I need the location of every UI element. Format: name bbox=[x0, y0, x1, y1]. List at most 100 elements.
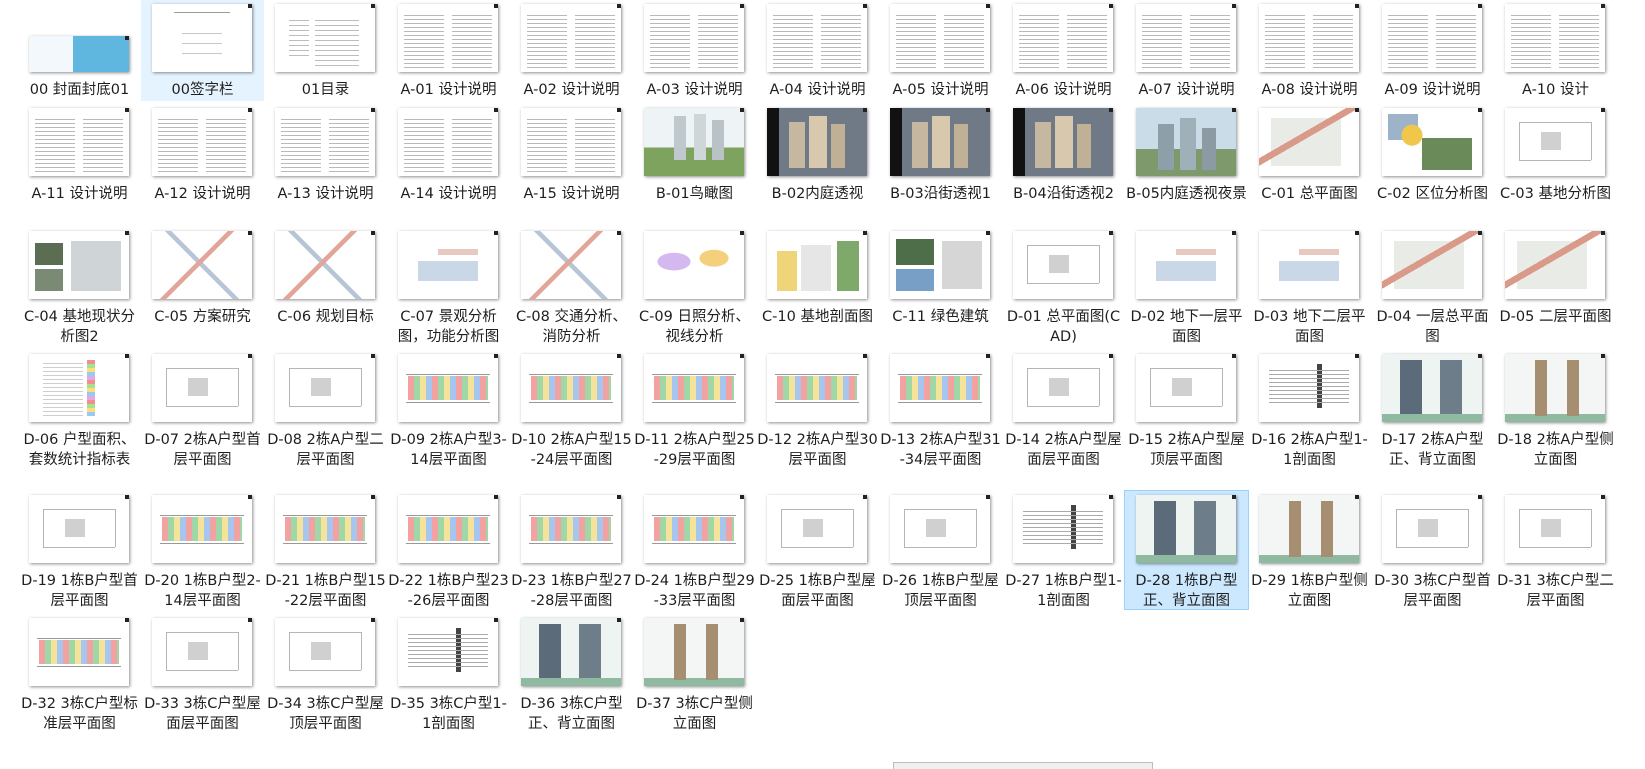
file-item[interactable]: D-24 1栋B户型29-33层平面图 bbox=[633, 491, 756, 609]
file-name: D-26 1栋B户型屋顶层平面图 bbox=[882, 573, 999, 609]
file-item[interactable]: D-36 3栋C户型正、背立面图 bbox=[510, 614, 633, 732]
file-item[interactable]: B-03沿街透视1 bbox=[879, 104, 1002, 222]
file-item[interactable]: D-35 3栋C户型1-1剖面图 bbox=[387, 614, 510, 732]
file-item[interactable]: D-26 1栋B户型屋顶层平面图 bbox=[879, 491, 1002, 609]
file-item[interactable]: D-31 3栋C户型二层平面图 bbox=[1494, 491, 1617, 609]
file-item[interactable]: D-06 户型面积、套数统计指标表 bbox=[18, 350, 141, 486]
file-name: D-24 1栋B户型29-33层平面图 bbox=[634, 573, 755, 609]
file-item[interactable]: D-05 二层平面图 bbox=[1494, 227, 1617, 345]
file-item[interactable]: A-14 设计说明 bbox=[387, 104, 510, 222]
file-item[interactable]: A-08 设计说明 bbox=[1248, 0, 1371, 101]
file-item[interactable]: A-02 设计说明 bbox=[510, 0, 633, 101]
file-item[interactable]: A-11 设计说明 bbox=[18, 104, 141, 222]
file-thumbnail bbox=[1136, 4, 1236, 72]
file-item[interactable]: D-25 1栋B户型屋面层平面图 bbox=[756, 491, 879, 609]
file-item[interactable]: D-07 2栋A户型首层平面图 bbox=[141, 350, 264, 486]
file-item[interactable]: D-29 1栋B户型侧立面图 bbox=[1248, 491, 1371, 609]
file-thumbnail bbox=[1505, 354, 1605, 422]
file-item[interactable]: 00签字栏 bbox=[141, 0, 264, 101]
file-item[interactable]: D-37 3栋C户型侧立面图 bbox=[633, 614, 756, 732]
file-thumbnail bbox=[275, 4, 375, 72]
file-item[interactable]: A-04 设计说明 bbox=[756, 0, 879, 101]
file-name: C-06 规划目标 bbox=[277, 309, 374, 325]
file-item[interactable]: C-11 绿色建筑 bbox=[879, 227, 1002, 345]
file-item[interactable]: D-18 2栋A户型侧立面图 bbox=[1494, 350, 1617, 486]
file-item[interactable]: D-22 1栋B户型23-26层平面图 bbox=[387, 491, 510, 609]
file-item[interactable]: D-13 2栋A户型31-34层平面图 bbox=[879, 350, 1002, 486]
file-thumbnail bbox=[1505, 4, 1605, 72]
file-name: A-11 设计说明 bbox=[31, 186, 128, 202]
file-name: B-05内庭透视夜景 bbox=[1126, 186, 1247, 202]
file-item[interactable]: A-09 设计说明 bbox=[1371, 0, 1494, 101]
file-item[interactable]: D-34 3栋C户型屋顶层平面图 bbox=[264, 614, 387, 732]
file-item[interactable]: D-14 2栋A户型屋面层平面图 bbox=[1002, 350, 1125, 486]
file-item[interactable]: D-20 1栋B户型2-14层平面图 bbox=[141, 491, 264, 609]
file-item[interactable]: C-07 景观分析图，功能分析图 bbox=[387, 227, 510, 345]
file-item[interactable]: C-04 基地现状分析图2 bbox=[18, 227, 141, 345]
file-item[interactable]: C-10 基地剖面图 bbox=[756, 227, 879, 345]
file-item[interactable]: D-09 2栋A户型3-14层平面图 bbox=[387, 350, 510, 486]
file-item[interactable]: C-09 日照分析、视线分析 bbox=[633, 227, 756, 345]
file-item[interactable]: D-04 一层总平面图 bbox=[1371, 227, 1494, 345]
file-thumbnail bbox=[1136, 495, 1236, 563]
file-name: C-07 景观分析图，功能分析图 bbox=[397, 309, 500, 345]
file-item[interactable]: C-01 总平面图 bbox=[1248, 104, 1371, 222]
file-item[interactable]: D-17 2栋A户型正、背立面图 bbox=[1371, 350, 1494, 486]
file-item[interactable]: C-05 方案研究 bbox=[141, 227, 264, 345]
file-item[interactable]: 01目录 bbox=[264, 0, 387, 101]
file-item[interactable]: A-03 设计说明 bbox=[633, 0, 756, 101]
file-thumbnail bbox=[275, 618, 375, 686]
file-thumbnail bbox=[767, 495, 867, 563]
file-item[interactable]: D-16 2栋A户型1-1剖面图 bbox=[1248, 350, 1371, 486]
file-item[interactable]: D-19 1栋B户型首层平面图 bbox=[18, 491, 141, 609]
file-name: D-37 3栋C户型侧立面图 bbox=[636, 696, 753, 732]
file-item[interactable]: C-08 交通分析、消防分析 bbox=[510, 227, 633, 345]
file-name: D-29 1栋B户型侧立面图 bbox=[1251, 573, 1368, 609]
file-item[interactable]: B-04沿街透视2 bbox=[1002, 104, 1125, 222]
file-item[interactable]: B-05内庭透视夜景 bbox=[1125, 104, 1248, 222]
file-item[interactable]: C-06 规划目标 bbox=[264, 227, 387, 345]
file-item[interactable]: A-06 设计说明 bbox=[1002, 0, 1125, 101]
file-item[interactable]: D-02 地下一层平面图 bbox=[1125, 227, 1248, 345]
file-item[interactable]: D-32 3栋C户型标准层平面图 bbox=[18, 614, 141, 732]
file-item[interactable]: D-03 地下二层平面图 bbox=[1248, 227, 1371, 345]
file-item[interactable]: B-02内庭透视 bbox=[756, 104, 879, 222]
file-item[interactable]: D-01 总平面图(CAD) bbox=[1002, 227, 1125, 345]
file-thumbnail bbox=[521, 108, 621, 176]
file-item[interactable]: 00 封面封底01 bbox=[18, 0, 141, 101]
file-item[interactable]: D-21 1栋B户型15-22层平面图 bbox=[264, 491, 387, 609]
file-item[interactable]: C-03 基地分析图 bbox=[1494, 104, 1617, 222]
file-item[interactable]: D-23 1栋B户型27-28层平面图 bbox=[510, 491, 633, 609]
file-item[interactable]: D-30 3栋C户型首层平面图 bbox=[1371, 491, 1494, 609]
file-item[interactable]: A-01 设计说明 bbox=[387, 0, 510, 101]
file-item[interactable]: D-11 2栋A户型25-29层平面图 bbox=[633, 350, 756, 486]
file-name: D-12 2栋A户型30层平面图 bbox=[757, 432, 878, 468]
file-item[interactable]: D-28 1栋B户型正、背立面图 bbox=[1124, 490, 1249, 610]
file-name: A-15 设计说明 bbox=[523, 186, 620, 202]
file-grid: 00 封面封底01 00签字栏 01目录 A-01 设计说明 A-02 设计说明 A-03… bbox=[0, 0, 1645, 768]
file-item[interactable]: D-27 1栋B户型1-1剖面图 bbox=[1002, 491, 1125, 609]
file-item[interactable]: A-13 设计说明 bbox=[264, 104, 387, 222]
file-name: D-17 2栋A户型正、背立面图 bbox=[1381, 432, 1484, 468]
file-thumbnail bbox=[29, 495, 129, 563]
file-item[interactable]: D-15 2栋A户型屋顶层平面图 bbox=[1125, 350, 1248, 486]
file-item[interactable]: D-10 2栋A户型15-24层平面图 bbox=[510, 350, 633, 486]
file-thumbnail bbox=[644, 4, 744, 72]
file-name: C-08 交通分析、消防分析 bbox=[516, 309, 627, 345]
file-item[interactable]: A-15 设计说明 bbox=[510, 104, 633, 222]
file-item[interactable]: A-10 设计 bbox=[1494, 0, 1617, 101]
file-thumbnail bbox=[890, 231, 990, 299]
file-thumbnail bbox=[1382, 354, 1482, 422]
file-name: D-08 2栋A户型二层平面图 bbox=[267, 432, 384, 468]
file-name: A-02 设计说明 bbox=[523, 82, 620, 98]
file-name: D-10 2栋A户型15-24层平面图 bbox=[511, 432, 632, 468]
file-item[interactable]: A-05 设计说明 bbox=[879, 0, 1002, 101]
file-item[interactable]: D-12 2栋A户型30层平面图 bbox=[756, 350, 879, 486]
file-item[interactable]: C-02 区位分析图 bbox=[1371, 104, 1494, 222]
file-item[interactable]: B-01鸟瞰图 bbox=[633, 104, 756, 222]
file-thumbnail bbox=[1259, 4, 1359, 72]
file-item[interactable]: A-12 设计说明 bbox=[141, 104, 264, 222]
file-item[interactable]: D-08 2栋A户型二层平面图 bbox=[264, 350, 387, 486]
file-item[interactable]: D-33 3栋C户型屋面层平面图 bbox=[141, 614, 264, 732]
file-item[interactable]: A-07 设计说明 bbox=[1125, 0, 1248, 101]
